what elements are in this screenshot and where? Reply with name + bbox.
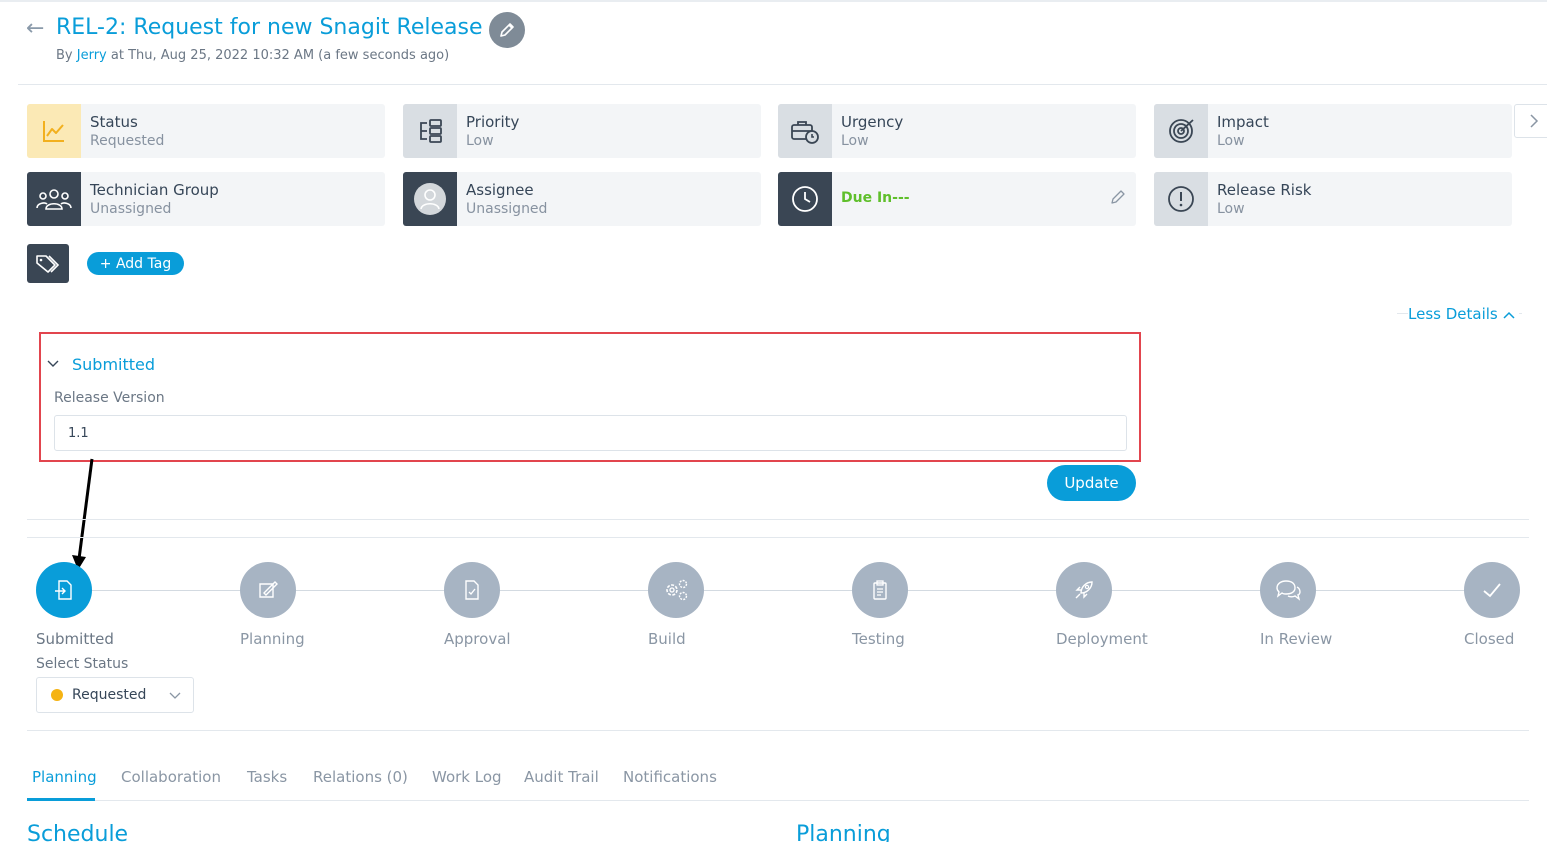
pencil-icon — [500, 23, 514, 37]
stage-label: Deployment — [1056, 630, 1148, 648]
priority-card[interactable]: Priority Low — [403, 104, 761, 158]
stage-deployment[interactable] — [1056, 562, 1112, 618]
release-risk-card[interactable]: Release Risk Low — [1154, 172, 1512, 226]
tab-planning[interactable]: Planning — [32, 768, 97, 786]
stage-label: Planning — [240, 630, 305, 648]
chat-icon — [1276, 580, 1301, 601]
stage-label: In Review — [1260, 630, 1333, 648]
impact-value: Low — [1217, 133, 1245, 149]
select-status-label: Select Status — [36, 656, 129, 672]
impact-card[interactable]: Impact Low — [1154, 104, 1512, 158]
clock-icon — [778, 172, 832, 226]
chevron-right-icon — [1530, 114, 1539, 128]
cards-next-button[interactable] — [1514, 104, 1547, 138]
tab-relations[interactable]: Relations (0) — [313, 768, 408, 786]
clipboard-icon — [873, 580, 887, 600]
update-button[interactable]: Update — [1047, 465, 1136, 501]
stages-top-divider — [27, 537, 1529, 538]
status-dot — [51, 689, 63, 701]
release-risk-label: Release Risk — [1217, 181, 1312, 199]
assignee-label: Assignee — [466, 181, 534, 199]
status-label: Status — [90, 113, 138, 131]
target-icon — [1154, 104, 1208, 158]
chevron-down-icon — [169, 692, 181, 699]
add-tag-button[interactable]: + Add Tag — [87, 252, 184, 275]
tabs-divider — [27, 800, 1529, 801]
tabs-top-divider — [27, 730, 1529, 731]
technician-group-card[interactable]: Technician Group Unassigned — [27, 172, 385, 226]
planning-heading: Planning — [796, 822, 891, 842]
technician-group-value: Unassigned — [90, 201, 172, 217]
active-tab-indicator — [27, 798, 95, 801]
header-divider — [18, 84, 1547, 85]
stage-label: Testing — [852, 630, 905, 648]
briefcase-clock-icon — [778, 104, 832, 158]
check-icon — [1483, 583, 1501, 598]
back-arrow-icon[interactable]: ← — [26, 18, 44, 40]
urgency-label: Urgency — [841, 113, 904, 131]
gears-icon — [666, 579, 688, 601]
rocket-icon — [1075, 581, 1093, 599]
stage-label: Submitted — [36, 630, 114, 648]
less-details-toggle[interactable]: Less Details — [1408, 305, 1519, 323]
stage-in-review[interactable] — [1260, 562, 1316, 618]
schedule-heading: Schedule — [27, 822, 129, 842]
tab-audit-trail[interactable]: Audit Trail — [524, 768, 599, 786]
release-version-input[interactable]: 1.1 — [54, 415, 1127, 451]
tab-tasks[interactable]: Tasks — [247, 768, 287, 786]
technician-group-label: Technician Group — [90, 181, 219, 199]
tab-notifications[interactable]: Notifications — [623, 768, 717, 786]
stage-approval[interactable] — [444, 562, 500, 618]
approval-doc-icon — [465, 580, 479, 600]
tag-icon — [36, 254, 60, 273]
stage-label: Build — [648, 630, 686, 648]
request-meta: By Jerry at Thu, Aug 25, 2022 10:32 AM (… — [56, 48, 450, 63]
section-divider — [27, 519, 1529, 520]
annotation-arrow — [72, 458, 94, 570]
tab-collaboration[interactable]: Collaboration — [121, 768, 221, 786]
edit-title-button[interactable] — [489, 12, 525, 48]
stage-label: Approval — [444, 630, 511, 648]
users-icon — [27, 172, 81, 226]
chevron-down-icon[interactable] — [47, 357, 59, 369]
assignee-value: Unassigned — [466, 201, 548, 217]
stage-testing[interactable] — [852, 562, 908, 618]
stage-submitted[interactable] — [36, 562, 92, 618]
status-value: Requested — [90, 133, 165, 149]
avatar-icon — [403, 172, 457, 226]
impact-label: Impact — [1217, 113, 1269, 131]
planning-icon — [259, 581, 278, 598]
chart-line-icon — [27, 104, 81, 158]
requester-link[interactable]: Jerry — [77, 48, 107, 63]
submit-doc-icon — [55, 580, 72, 600]
due-in-value: Due In--- — [841, 190, 910, 206]
stage-build[interactable] — [648, 562, 704, 618]
tab-work-log[interactable]: Work Log — [432, 768, 502, 786]
stage-closed[interactable] — [1464, 562, 1520, 618]
release-version-label: Release Version — [54, 390, 165, 406]
status-select-value: Requested — [72, 687, 147, 703]
priority-value: Low — [466, 133, 494, 149]
chevron-up-icon — [1502, 311, 1515, 319]
exclamation-icon — [1154, 172, 1208, 226]
status-select[interactable]: Requested — [36, 677, 194, 713]
top-border — [0, 0, 1547, 2]
tags-box — [27, 244, 69, 283]
status-card[interactable]: Status Requested — [27, 104, 385, 158]
urgency-card[interactable]: Urgency Low — [778, 104, 1136, 158]
pencil-icon[interactable] — [1110, 189, 1126, 205]
urgency-value: Low — [841, 133, 869, 149]
due-in-card[interactable]: Due In--- — [778, 172, 1136, 226]
assignee-card[interactable]: Assignee Unassigned — [403, 172, 761, 226]
stage-planning[interactable] — [240, 562, 296, 618]
release-risk-value: Low — [1217, 201, 1245, 217]
stage-label: Closed — [1464, 630, 1515, 648]
priority-label: Priority — [466, 113, 520, 131]
priority-flow-icon — [403, 104, 457, 158]
section-title[interactable]: Submitted — [72, 355, 155, 374]
page-title: REL-2: Request for new Snagit Release — [56, 15, 483, 40]
